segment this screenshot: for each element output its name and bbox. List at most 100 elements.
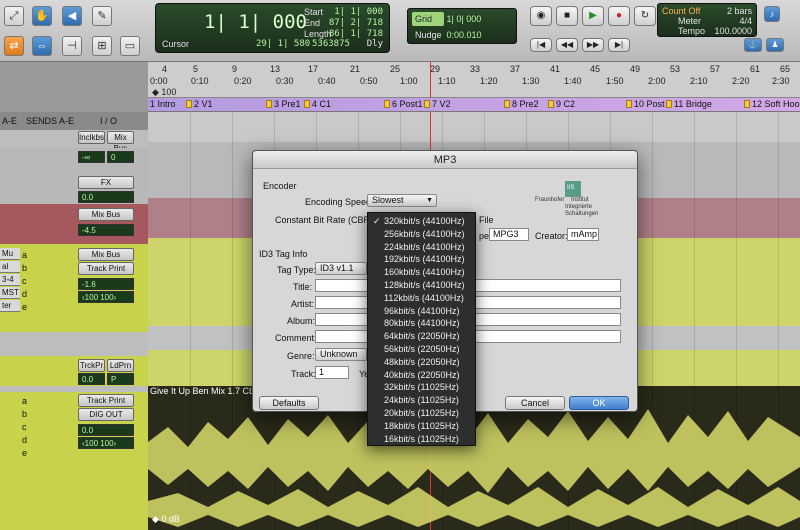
spot-mode-icon[interactable]: ⊣ (62, 36, 82, 56)
marker[interactable]: 4 C1 (304, 99, 331, 109)
marker[interactable]: 9 C2 (548, 99, 575, 109)
nudge-row[interactable]: Nudge 0:00.010 (412, 28, 512, 42)
volume-value[interactable]: -4.5 (78, 224, 134, 236)
start-value[interactable]: 1| 1| 000 (329, 7, 383, 18)
file-type-field[interactable]: MPG3 (489, 228, 529, 241)
bitrate-option[interactable]: 224kbit/s (44100Hz) (368, 241, 475, 254)
playhead-line[interactable] (430, 62, 431, 98)
bitrate-option[interactable]: 256kbit/s (44100Hz) (368, 228, 475, 241)
bitrate-option[interactable]: 18kbit/s (11025Hz) (368, 420, 475, 433)
io-output-button[interactable]: DIG OUT (78, 408, 134, 421)
timeline-ruler[interactable]: 4 5 9 13 17 21 25 29 33 37 41 45 49 53 5… (148, 62, 800, 98)
marker[interactable]: 6 Post1 (384, 99, 423, 109)
io-output-button[interactable]: Mix Bus (78, 208, 134, 221)
creator-field[interactable]: mAmp (567, 228, 599, 241)
bitrate-option[interactable]: 128kbit/s (44100Hz) (368, 279, 475, 292)
stop-icon[interactable]: ■ (556, 6, 578, 26)
send-slot[interactable]: e (22, 302, 27, 312)
pan-value[interactable]: 0 (107, 151, 134, 163)
grid-row[interactable]: Grid 1| 0| 000 (412, 12, 512, 26)
io-output-button[interactable]: Mix Bus (107, 131, 134, 153)
bitrate-option[interactable]: 24kbit/s (11025Hz) (368, 394, 475, 407)
pan-value[interactable]: ‹100 100› (78, 437, 134, 449)
send-slot[interactable]: d (22, 289, 27, 299)
clip-gain-label[interactable]: ◆ 0 dB (152, 514, 180, 525)
bitrate-option[interactable]: ✓ 320kbit/s (44100Hz) (368, 215, 475, 228)
send-slot[interactable]: a (22, 396, 27, 406)
io-input-button[interactable]: Mix Bus (78, 248, 134, 261)
go-to-end-icon[interactable]: ▶| (608, 38, 630, 52)
record-icon[interactable]: ● (608, 6, 630, 26)
pan-value[interactable]: P (107, 373, 134, 385)
insert-slot[interactable]: MST (0, 287, 20, 299)
pencil-tool-icon[interactable]: ✎ (92, 6, 112, 26)
bitrate-option[interactable]: 20kbit/s (11025Hz) (368, 407, 475, 420)
bitrate-option[interactable]: 192kbit/s (44100Hz) (368, 253, 475, 266)
bitrate-option[interactable]: 56kbit/s (22050Hz) (368, 343, 475, 356)
grabber-tool-icon[interactable]: ✋ (32, 6, 52, 26)
bitrate-option[interactable]: 16kbit/s (11025Hz) (368, 433, 475, 446)
online-icon[interactable]: ◉ (530, 6, 552, 26)
tag-type-select[interactable]: ID3 v1.1 (315, 262, 367, 275)
loop-icon[interactable]: ↻ (634, 6, 656, 26)
delay-label[interactable]: Dly (367, 39, 383, 49)
conductor-icon[interactable]: ♟ (766, 38, 784, 52)
send-slot[interactable]: e (22, 448, 27, 458)
encoding-speed-select[interactable]: Slowest ▼ (367, 194, 437, 207)
zoom-tool-icon[interactable]: ⤢ (4, 6, 24, 26)
ok-button[interactable]: OK (569, 396, 629, 410)
cancel-button[interactable]: Cancel (505, 396, 565, 410)
insert-slot[interactable]: al (0, 261, 20, 273)
send-slot[interactable]: b (22, 263, 27, 273)
send-slot[interactable]: a (22, 250, 27, 260)
bitrate-option[interactable]: 80kbit/s (44100Hz) (368, 317, 475, 330)
io-input-button[interactable]: TrckPr (78, 359, 105, 372)
tempo-marker[interactable]: ◆ 100 (152, 87, 176, 98)
send-slot[interactable]: d (22, 435, 27, 445)
play-icon[interactable]: ▶ (582, 6, 604, 26)
metronome-icon[interactable]: ♪ (764, 6, 780, 22)
io-output-button[interactable]: LdPrn (107, 359, 134, 372)
io-input-button[interactable]: Inclkbs (78, 131, 105, 144)
insert-slot[interactable]: ter (0, 300, 20, 312)
io-output-button[interactable]: FX (78, 176, 134, 189)
genre-select[interactable]: Unknown (315, 348, 367, 361)
tempo-value[interactable]: 100.0000 (714, 26, 752, 36)
bitrate-option[interactable]: 96kbit/s (44100Hz) (368, 305, 475, 318)
marker[interactable]: 7 V2 (424, 99, 451, 109)
bitrate-option[interactable]: 64kbit/s (22050Hz) (368, 330, 475, 343)
bitrate-option[interactable]: 112kbit/s (44100Hz) (368, 292, 475, 305)
grid-mode-icon[interactable]: ⊞ (92, 36, 112, 56)
speaker-tool-icon[interactable]: ◀ (62, 6, 82, 26)
bitrate-option[interactable]: 160kbit/s (44100Hz) (368, 266, 475, 279)
send-slot[interactable]: c (22, 276, 27, 286)
insert-slot[interactable]: 3-4 (0, 274, 20, 286)
track-lane[interactable] (148, 112, 800, 142)
send-slot[interactable]: b (22, 409, 27, 419)
volume-value[interactable]: -∞ (78, 151, 105, 163)
fast-forward-icon[interactable]: ▶▶ (582, 38, 604, 52)
markers-ruler[interactable]: 1 Intro 2 V1 3 Pre1 4 C1 6 Post1 7 V2 8 … (148, 98, 800, 112)
rtz-icon[interactable]: |◀ (530, 38, 552, 52)
marker[interactable]: 11 Bridge (666, 99, 712, 109)
main-counter[interactable]: 1| 1| 000 Start End Length 1| 1| 000 87|… (155, 3, 390, 53)
insert-slot[interactable]: Mu (0, 248, 20, 260)
volume-value[interactable]: 0.0 (78, 191, 134, 203)
bitrate-option[interactable]: 48kbit/s (22050Hz) (368, 356, 475, 369)
count-off-label[interactable]: Count Off (662, 6, 700, 16)
volume-value[interactable]: 0.0 (78, 373, 105, 385)
link-icon[interactable]: ▭ (120, 36, 140, 56)
marker[interactable]: 3 Pre1 (266, 99, 301, 109)
slip-mode-icon[interactable]: ⇔ (32, 36, 52, 56)
marker[interactable]: 2 V1 (186, 99, 213, 109)
bitrate-dropdown-menu[interactable]: ✓ 320kbit/s (44100Hz) 256kbit/s (44100Hz)… (367, 212, 476, 446)
bitrate-option[interactable]: 40kbit/s (22050Hz) (368, 369, 475, 382)
volume-value[interactable]: -1.6 (78, 278, 134, 290)
defaults-button[interactable]: Defaults (259, 396, 319, 410)
marker[interactable]: 10 Post (626, 99, 665, 109)
track-field[interactable]: 1 (315, 366, 349, 379)
pan-value[interactable]: ‹100 100› (78, 291, 134, 303)
bitrate-option[interactable]: 32kbit/s (11025Hz) (368, 381, 475, 394)
io-output-button[interactable]: Track Print (78, 262, 134, 275)
marker[interactable]: 12 Soft Hook (744, 99, 800, 109)
